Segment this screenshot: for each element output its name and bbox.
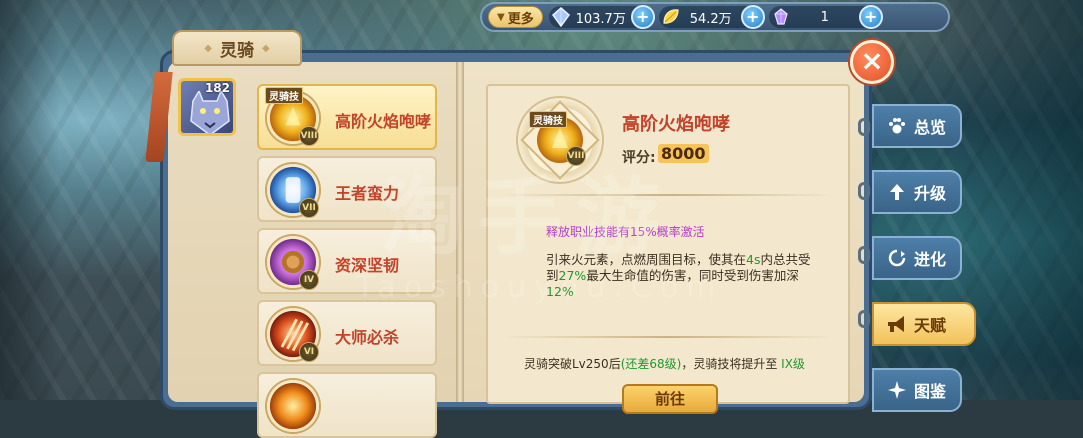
tab-label: 天赋 [914, 316, 947, 335]
tab-overview[interactable]: 总览 [872, 104, 962, 148]
tab-evolve[interactable]: 进化 [872, 236, 962, 280]
panel-title-tab: ◆ 灵骑 ◆ [172, 30, 302, 66]
evolve-icon [886, 247, 908, 269]
goto-button[interactable]: 前往 [622, 384, 718, 414]
gem-amount: 1 [820, 9, 829, 25]
skill-rank-badge: VIII [299, 126, 319, 146]
desc-highlight: 4s [746, 252, 761, 267]
add-crystal-button[interactable]: + [630, 5, 655, 29]
skill-rank-badge: VI [299, 342, 319, 362]
skill-tag: 灵骑技 [265, 87, 303, 104]
skill-rank-badge: IV [299, 270, 319, 290]
upgrade-icon [886, 181, 908, 203]
background-left-fade [0, 0, 60, 400]
watermark: 淘手游 [380, 168, 675, 266]
add-gem-button[interactable]: + [858, 5, 883, 29]
tab-label: 图鉴 [914, 382, 947, 401]
panel-title: 灵骑 [220, 40, 254, 61]
chevron-down-icon: ▼ [497, 11, 505, 23]
detail-skill-tag: 灵骑技 [529, 111, 567, 128]
mount-count: 182 [204, 81, 230, 95]
tab-label: 升级 [914, 184, 947, 203]
skill-rank-badge: VII [299, 198, 319, 218]
gold-amount: 54.2万 [689, 11, 732, 27]
tab-talent[interactable]: 天赋 [872, 302, 976, 346]
star-icon [886, 379, 908, 401]
mount-avatar[interactable]: 182 [178, 78, 236, 136]
skill-item-4[interactable]: VI 大师必杀 [257, 300, 437, 366]
purple-gem-icon [774, 8, 788, 25]
tab-label: 总览 [914, 118, 947, 137]
currency-crystal: 103.7万 + [548, 5, 655, 29]
detail-skill-name: 高阶火焰咆哮 [622, 114, 730, 135]
currency-bar: ▼ 更多 103.7万 + 54.2万 + 1 + [480, 2, 950, 32]
break-text: 灵骑突破Lv250后 [524, 357, 621, 371]
break-text: ，灵骑技将提升至 [681, 357, 782, 371]
skill-name: 大师必杀 [335, 328, 400, 347]
crystal-amount: 103.7万 [575, 11, 626, 27]
wolf-mount-icon [190, 91, 230, 133]
tab-upgrade[interactable]: 升级 [872, 170, 962, 214]
binder-ring [858, 182, 870, 200]
skill-item-5[interactable] [257, 372, 437, 438]
binder-ring [858, 246, 870, 264]
ornament-icon: ◆ [262, 42, 270, 54]
close-icon: × [860, 44, 884, 77]
skill-name: 高阶火焰咆哮 [335, 112, 432, 131]
break-level: IX级 [781, 357, 805, 371]
breakthrough-note: 灵骑突破Lv250后(还差68级)，灵骑技将提升至 IX级 [524, 355, 805, 372]
close-button[interactable]: × [850, 40, 894, 84]
tab-label: 进化 [914, 250, 947, 269]
currency-gold: 54.2万 + [658, 5, 765, 29]
binder-ring [858, 118, 870, 136]
paw-icon [886, 115, 908, 137]
skill-icon [267, 380, 319, 432]
crystal-icon [551, 7, 570, 27]
currency-gem: 1 + [768, 5, 883, 29]
binder-ring [858, 310, 870, 328]
more-button[interactable]: ▼ 更多 [488, 6, 543, 28]
gold-leaf-icon [663, 9, 679, 24]
divider [500, 336, 836, 338]
more-label: 更多 [507, 11, 534, 27]
tab-collection[interactable]: 图鉴 [872, 368, 962, 412]
watermark-url: Taoshouyou.Com [356, 270, 724, 305]
break-highlight: (还差68级) [620, 357, 682, 371]
skill-item-1[interactable]: 灵骑技 VIII 高阶火焰咆哮 [257, 84, 437, 150]
add-gold-button[interactable]: + [740, 5, 765, 29]
horn-icon [886, 313, 908, 335]
ornament-icon: ◆ [204, 42, 212, 54]
